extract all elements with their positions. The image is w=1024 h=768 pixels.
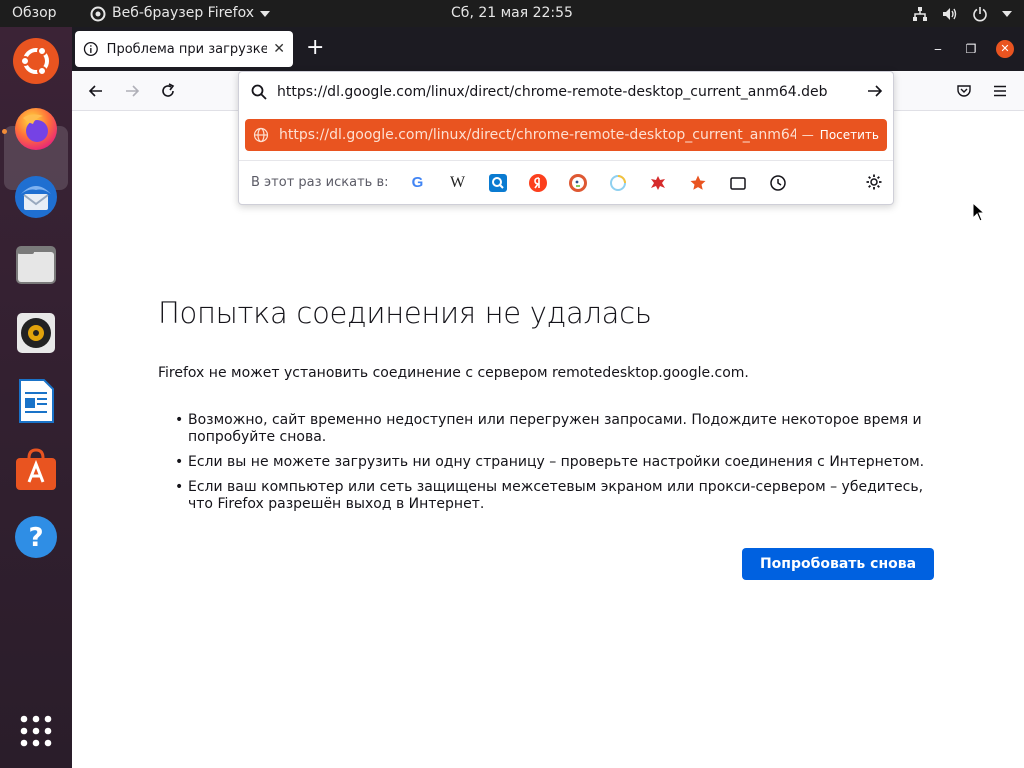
tab-bar: Проблема при загрузке страницы ✕ + ‒ ❐ ✕ (72, 27, 1024, 71)
urlbar[interactable]: https://dl.google.com/linux/direct/chrom… (239, 72, 893, 112)
urlbar-popup: https://dl.google.com/linux/direct/chrom… (238, 71, 894, 205)
app-name: Веб-браузер Firefox (112, 5, 255, 21)
google-letter: G (411, 174, 424, 191)
chevron-down-icon (1002, 10, 1012, 17)
reload-button[interactable] (158, 81, 178, 101)
search-engine-icon[interactable] (487, 172, 509, 194)
top-panel: Обзор Веб-браузер Firefox Сб, 21 мая 22:… (0, 0, 1024, 27)
arrow-right-icon (126, 85, 140, 97)
running-indicator (2, 129, 7, 134)
minimize-button[interactable]: ‒ (929, 40, 947, 58)
yandex-engine-icon[interactable] (527, 172, 549, 194)
tab-title: Проблема при загрузке страницы (106, 41, 268, 57)
tab-current[interactable]: Проблема при загрузке страницы ✕ (75, 31, 293, 67)
mouse-cursor-icon (972, 202, 986, 222)
firefox-small-icon (90, 6, 106, 21)
error-description: Firefox не может установить соединение с… (158, 365, 749, 381)
hamburger-menu-icon (994, 85, 1006, 97)
power-icon (973, 6, 987, 21)
libreoffice-writer-icon[interactable] (12, 377, 60, 425)
ubuntu-software-icon[interactable] (12, 445, 60, 493)
globe-icon (253, 127, 269, 143)
url-suggestion-row[interactable]: https://dl.google.com/linux/direct/chrom… (245, 119, 887, 151)
suggestion-url: https://dl.google.com/linux/direct/chrom… (278, 127, 796, 143)
firefox-icon[interactable] (12, 105, 60, 153)
files-icon[interactable] (12, 241, 60, 289)
dock: ? (0, 27, 72, 768)
svg-text:?: ? (28, 523, 43, 553)
mail-search-engine-icon[interactable] (607, 172, 629, 194)
help-icon[interactable]: ? (12, 513, 60, 561)
close-icon[interactable]: ✕ (273, 41, 285, 57)
app-grid-icon[interactable] (12, 707, 60, 755)
back-button[interactable] (86, 81, 106, 101)
clock[interactable]: Сб, 21 мая 22:55 (451, 5, 573, 21)
volume-icon (943, 7, 957, 20)
pocket-icon (957, 85, 971, 97)
pocket-button[interactable] (954, 81, 974, 101)
new-tab-button[interactable]: + (306, 37, 324, 59)
bookmarks-star-icon[interactable] (687, 172, 709, 194)
menu-button[interactable] (990, 81, 1010, 101)
search-label: В этот раз искать в: (251, 175, 389, 190)
arrow-left-icon (88, 85, 102, 97)
ebay-engine-icon[interactable] (647, 172, 669, 194)
suggestion-separator: — (801, 128, 814, 142)
one-off-search-row: В этот раз искать в: G W (239, 160, 893, 204)
list-item: Если вы не можете загрузить ни одну стра… (175, 454, 935, 471)
go-arrow-icon[interactable] (867, 83, 883, 99)
wikipedia-engine-icon[interactable]: W (447, 172, 469, 194)
search-icon (251, 84, 267, 100)
list-item: Возможно, сайт временно недоступен или п… (175, 412, 935, 446)
url-input[interactable]: https://dl.google.com/linux/direct/chrom… (277, 84, 847, 100)
error-title: Попытка соединения не удалась (158, 296, 652, 330)
rhythmbox-icon[interactable] (12, 309, 60, 357)
maximize-button[interactable]: ❐ (962, 40, 980, 58)
activities-button[interactable]: Обзор (12, 0, 57, 27)
system-tray[interactable] (912, 0, 1012, 27)
window-close-button[interactable]: ✕ (996, 40, 1014, 58)
duckduckgo-engine-icon[interactable] (567, 172, 589, 194)
thunderbird-icon[interactable] (12, 173, 60, 221)
list-item: Если ваш компьютер или сеть защищены меж… (175, 479, 935, 513)
error-suggestions-list: Возможно, сайт временно недоступен или п… (175, 412, 935, 521)
ubuntu-logo-icon[interactable] (12, 37, 60, 85)
info-icon (83, 41, 98, 57)
suggestion-action: Посетить (819, 128, 879, 142)
reload-icon (162, 83, 175, 97)
google-engine-icon[interactable]: G (407, 172, 429, 194)
wikipedia-letter: W (449, 173, 466, 191)
try-again-button[interactable]: Попробовать снова (742, 548, 934, 580)
chevron-down-icon (260, 10, 271, 17)
tabs-icon[interactable] (727, 172, 749, 194)
network-icon (913, 6, 927, 21)
gear-icon[interactable] (865, 173, 883, 191)
forward-button[interactable] (122, 81, 142, 101)
app-menu[interactable]: Веб-браузер Firefox (90, 0, 271, 27)
history-clock-icon[interactable] (767, 172, 789, 194)
